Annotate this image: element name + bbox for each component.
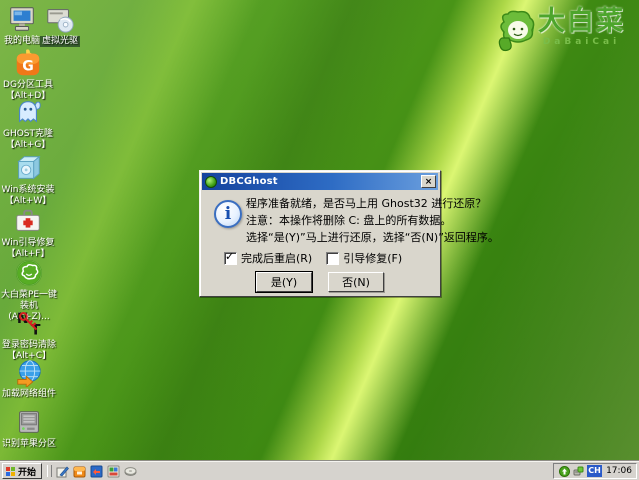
- dialog-message-line3: 选择“是(Y)”马上进行还原，选择“否(N)”返回程序。: [246, 229, 432, 246]
- ghost-clone-icon: [13, 97, 43, 127]
- info-icon: i: [214, 200, 242, 228]
- cd-rom-icon[interactable]: [124, 465, 137, 478]
- logo-subtitle: DaBaiCai: [538, 37, 625, 47]
- show-desktop-icon[interactable]: [56, 465, 69, 478]
- dabaicai-pe-onekey-icon: [14, 258, 44, 288]
- desktop-icon-virtual-cd[interactable]: 虚拟光驱: [38, 4, 82, 47]
- desktop-icon-label: GHOST克隆 【Alt+G】: [3, 129, 53, 151]
- screen-capture-icon[interactable]: [107, 465, 120, 478]
- desktop-icon-win-install[interactable]: Win系统安装 【Alt+W】: [0, 153, 56, 207]
- no-button[interactable]: 否(N): [328, 272, 384, 292]
- dbcghost-app-icon: [205, 176, 217, 188]
- dabaicai-logo: 大白菜 DaBaiCai: [494, 8, 625, 54]
- taskbar: 开始: [0, 461, 639, 480]
- dabaicai-logo-icon: [494, 8, 538, 54]
- close-icon[interactable]: ×: [421, 175, 436, 188]
- svg-text:G: G: [22, 59, 34, 75]
- dabaicai-logo-text: 大白菜 DaBaiCai: [538, 8, 625, 47]
- desktop-icon-label: 加载网络组件: [2, 389, 56, 400]
- win-system-install-icon: [13, 153, 43, 183]
- checkbox-restart-label: 完成后重启(R): [241, 250, 312, 266]
- login-password-clear-icon: N T: [14, 308, 44, 338]
- start-flag-icon: [6, 467, 15, 476]
- dbcghost-dialog: DBCGhost × i 程序准备就绪，是否马上用 Ghost32 进行还原？ …: [199, 170, 441, 297]
- desktop: 大白菜 DaBaiCai 我的电脑 虚拟光驱 G D: [0, 0, 639, 480]
- my-computer-icon: [7, 4, 37, 34]
- yes-button[interactable]: 是(Y): [256, 272, 312, 292]
- checkbox-boot-repair-box[interactable]: [326, 252, 339, 265]
- hardware-tray-icon[interactable]: [573, 466, 584, 477]
- desktop-icon-label: Win系统安装 【Alt+W】: [2, 185, 55, 207]
- load-network-component-icon: [14, 357, 44, 387]
- desktop-icon-label: 识别苹果分区: [2, 439, 56, 450]
- quick-launch: [56, 465, 137, 478]
- win-boot-repair-icon: [13, 206, 43, 236]
- checkbox-restart-box[interactable]: [224, 252, 237, 265]
- desktop-icon-label: Win引导修复 【Alt+F】: [2, 238, 55, 260]
- dialog-button-row: 是(Y) 否(N): [202, 272, 438, 292]
- dialog-message-line1: 程序准备就绪，是否马上用 Ghost32 进行还原？: [246, 195, 432, 212]
- desktop-icon-label: 虚拟光驱: [40, 36, 80, 47]
- desktop-icon-label: 我的电脑: [4, 36, 40, 47]
- checkbox-restart-after-finish[interactable]: 完成后重启(R): [224, 250, 312, 266]
- dialog-message-line2: 注意：本操作将删除 C: 盘上的所有数据。: [246, 212, 432, 229]
- start-button[interactable]: 开始: [2, 463, 42, 479]
- logo-title: 大白菜: [538, 8, 625, 36]
- system-tray: CH 17:06: [553, 463, 637, 479]
- tray-clock[interactable]: 17:06: [606, 466, 632, 476]
- language-indicator[interactable]: CH: [587, 465, 602, 477]
- dg-partition-tool-icon: G: [13, 48, 43, 78]
- desktop-icon-dg-partition[interactable]: G DG分区工具 【Alt+D】: [0, 48, 56, 102]
- network-setup-icon[interactable]: [90, 465, 103, 478]
- checkbox-boot-repair[interactable]: 引导修复(F): [326, 250, 402, 266]
- dialog-title: DBCGhost: [220, 176, 421, 187]
- desktop-icon-ghost-clone[interactable]: GHOST克隆 【Alt+G】: [0, 97, 56, 151]
- dialog-checkbox-row: 完成后重启(R) 引导修复(F): [224, 250, 416, 266]
- dialog-message: 程序准备就绪，是否马上用 Ghost32 进行还原？ 注意：本操作将删除 C: …: [246, 195, 432, 246]
- desktop-icon-load-network[interactable]: 加载网络组件: [0, 357, 58, 400]
- checkbox-boot-repair-label: 引导修复(F): [343, 250, 402, 266]
- file-manager-icon[interactable]: [73, 465, 86, 478]
- start-label: 开始: [18, 465, 36, 478]
- detect-apple-partition-icon: [14, 407, 44, 437]
- dialog-body: i 程序准备就绪，是否马上用 Ghost32 进行还原？ 注意：本操作将删除 C…: [202, 190, 438, 294]
- desktop-icon-apple-partition[interactable]: 识别苹果分区: [0, 407, 58, 450]
- dabaicai-tray-icon[interactable]: [559, 466, 570, 477]
- quicklaunch-handle[interactable]: [47, 465, 52, 477]
- virtual-cd-drive-icon: [45, 4, 75, 34]
- dialog-titlebar[interactable]: DBCGhost ×: [202, 173, 438, 190]
- desktop-icon-boot-repair[interactable]: Win引导修复 【Alt+F】: [0, 206, 56, 260]
- desktop-icon-password-clear[interactable]: N T 登录密码清除 【Alt+C】: [0, 308, 58, 362]
